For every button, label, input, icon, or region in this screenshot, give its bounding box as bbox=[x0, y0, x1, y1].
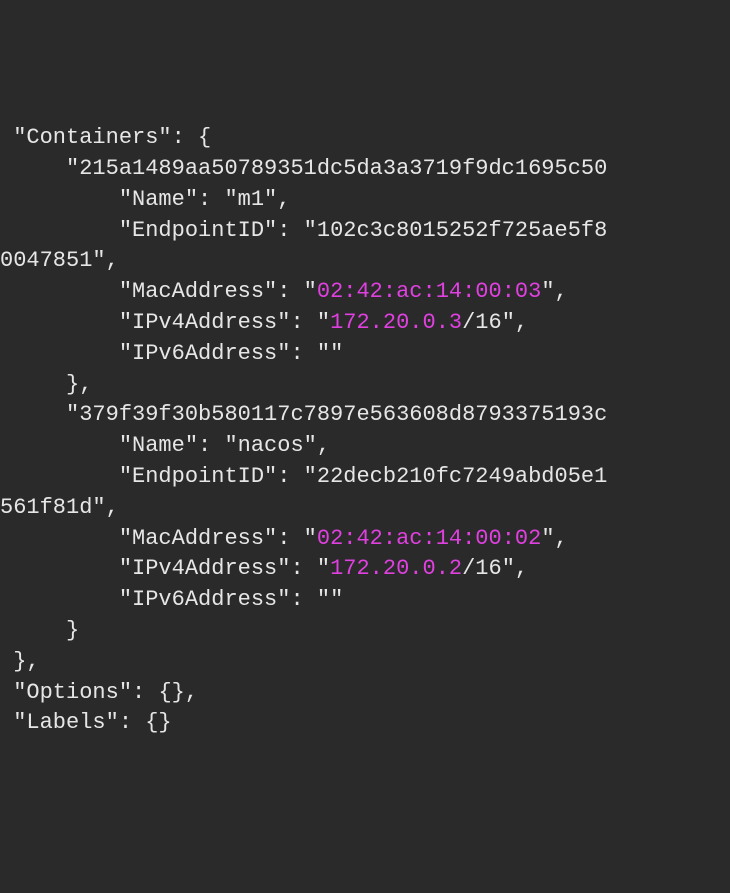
container1-mac-line: "MacAddress": "02:42:ac:14:00:03", bbox=[0, 279, 568, 304]
container1-ipv4-value: 172.20.0.3 bbox=[330, 310, 462, 335]
container2-endpoint-cont: 561f81d", bbox=[0, 495, 119, 520]
container1-endpoint-cont: 0047851", bbox=[0, 248, 119, 273]
container2-name-line: "Name": "nacos", bbox=[0, 433, 330, 458]
labels-line: "Labels": {} bbox=[0, 710, 172, 735]
containers-key: "Containers": { bbox=[0, 125, 211, 150]
container2-ipv4-line: "IPv4Address": "172.20.0.2/16", bbox=[0, 556, 528, 581]
containers-close: }, bbox=[0, 649, 40, 674]
json-code-block: "Containers": { "215a1489aa50789351dc5da… bbox=[0, 123, 730, 739]
container2-endpoint-line: "EndpointID": "22decb210fc7249abd05e1 bbox=[0, 464, 607, 489]
container1-close: }, bbox=[0, 372, 92, 397]
container2-mac-line: "MacAddress": "02:42:ac:14:00:02", bbox=[0, 526, 568, 551]
container2-ipv6-line: "IPv6Address": "" bbox=[0, 587, 343, 612]
container2-mac-value: 02:42:ac:14:00:02 bbox=[317, 526, 541, 551]
container2-ipv4-value: 172.20.0.2 bbox=[330, 556, 462, 581]
container2-id: "379f39f30b580117c7897e563608d8793375193… bbox=[0, 402, 607, 427]
container1-name-line: "Name": "m1", bbox=[0, 187, 290, 212]
options-line: "Options": {}, bbox=[0, 680, 198, 705]
container1-ipv6-line: "IPv6Address": "" bbox=[0, 341, 343, 366]
container1-ipv4-line: "IPv4Address": "172.20.0.3/16", bbox=[0, 310, 528, 335]
container1-mac-value: 02:42:ac:14:00:03 bbox=[317, 279, 541, 304]
container1-id: "215a1489aa50789351dc5da3a3719f9dc1695c5… bbox=[0, 156, 607, 181]
container1-endpoint-line: "EndpointID": "102c3c8015252f725ae5f8 bbox=[0, 218, 607, 243]
